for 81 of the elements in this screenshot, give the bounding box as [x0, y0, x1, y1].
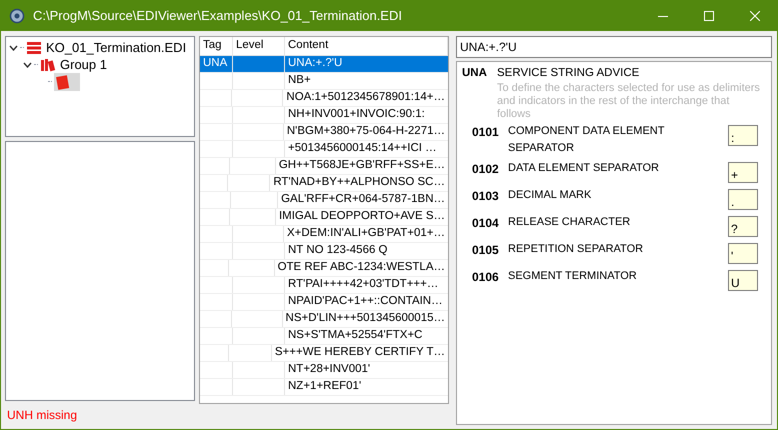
table-cell-text: GAL'RFF+CR+064-5787-1BN…: [281, 192, 445, 208]
table-row[interactable]: RT'NAD+BY++ALPHONSO SC…: [200, 175, 448, 192]
element-code: 0102: [472, 161, 500, 178]
table-row[interactable]: IMIGAL DEOPPORTO+AVE S…: [200, 209, 448, 226]
element-code: 0105: [472, 242, 500, 260]
window-title: C:\ProgM\Source\EDIViewer\Examples\KO_01_Termination.EDI: [33, 6, 402, 25]
element-value: ?: [728, 216, 758, 238]
element-code: 0101: [472, 124, 500, 142]
table-row[interactable]: GAL'RFF+CR+064-5787-1BN…: [200, 192, 448, 209]
chevron-icon[interactable]: [22, 62, 32, 68]
segment-name: SERVICE STRING ADVICE: [497, 66, 640, 81]
table-cell-text: NPAID'PAC+1++::CONTAIN…: [288, 294, 443, 310]
table-cell-text: NB+: [288, 73, 311, 88]
table-row[interactable]: NZ+1+REF01': [200, 379, 448, 396]
app-icon: [9, 8, 25, 24]
table-cell-text: NT+28+INV001': [288, 362, 370, 378]
table-row[interactable]: NT NO 123-4566 Q: [200, 243, 448, 260]
element-name: SEGMENT TERMINATOR: [508, 269, 638, 284]
table-cell-text: NS+D'LIN+++501345600015…: [286, 311, 445, 326]
maximize-icon: [704, 10, 714, 20]
element-name: DATA ELEMENT SEPARATOR: [508, 161, 660, 176]
element-value: .: [728, 189, 758, 210]
segment-description: To define the characters selected for use as delimiters and indicators in the rest of the interchange that follows: [497, 82, 761, 122]
element-value: :: [728, 125, 758, 146]
column-header[interactable]: Tag: [200, 37, 233, 55]
table-cell-text: NT NO 123-4566 Q: [288, 243, 388, 258]
table-row[interactable]: NS+S'TMA+52554'FTX+C: [200, 328, 448, 345]
element-name: RELEASE CHARACTER: [508, 215, 632, 230]
table-row[interactable]: NT+28+INV001': [200, 362, 448, 379]
element-value: U: [728, 270, 758, 292]
table-cell-text: RT'NAD+BY++ALPHONSO SC…: [273, 175, 445, 190]
tree-item[interactable]: KO_01_Termination.EDI: [26, 38, 190, 58]
element-code: 0103: [472, 188, 500, 206]
column-header[interactable]: Content: [285, 37, 448, 55]
segment-field[interactable]: UNA:+.?'U: [456, 36, 772, 58]
element-code: 0104: [472, 215, 500, 232]
table-row[interactable]: GH++T568JE+GB'RFF+SS+E…: [200, 158, 448, 175]
table-row[interactable]: N'BGM+380+75-064-H-2271…: [200, 124, 448, 141]
close-icon: [750, 10, 760, 20]
table-cell-text: X+DEM:IN'ALI+GB'PAT+01+…: [286, 226, 445, 242]
element-value: +: [728, 162, 758, 184]
table-cell-text: OTE REF ABC-1234:WESTLA…: [278, 260, 445, 276]
table-cell-text: UNA: [203, 56, 228, 72]
tree-item[interactable]: Group 1: [40, 54, 110, 74]
element-name: COMPONENT DATA ELEMENT SEPARATOR: [508, 124, 666, 156]
segment-tag: UNA: [462, 65, 497, 122]
element-name: REPETITION SEPARATOR: [508, 242, 644, 258]
element-name: DECIMAL MARK: [508, 188, 592, 204]
table-cell-text: RT'PAI++++42+03'TDT+++…: [288, 277, 438, 292]
tree-item[interactable]: [54, 72, 80, 90]
table-cell-text: GH++T568JE+GB'RFF+SS+E…: [278, 158, 445, 174]
table-cell-text: IMIGAL DEOPPORTO+AVE S…: [278, 209, 445, 224]
table-row[interactable]: +5013456000145:14++ICI …: [200, 141, 448, 158]
table-row[interactable]: NH+INV001+INVOIC:90:1:: [200, 107, 448, 124]
table-cell-text: UNA:+.?'U: [288, 56, 342, 72]
table-row[interactable]: NPAID'PAC+1++::CONTAIN…: [200, 294, 448, 311]
table-cell-text: NOA:1+5012345678901:14+…: [286, 90, 445, 106]
table-row[interactable]: OTE REF ABC-1234:WESTLA…: [200, 260, 448, 277]
table-cell-text: NH+INV001+INVOIC:90:1:: [288, 107, 425, 122]
table-cell-text: NS+S'TMA+52554'FTX+C: [288, 328, 422, 344]
tree-label: KO_01_Termination.EDI: [46, 38, 186, 57]
tree-label: Group 1: [60, 56, 107, 74]
element-value: ': [728, 243, 758, 264]
table-cell-text: NZ+1+REF01': [288, 379, 362, 394]
chevron-icon[interactable]: [8, 44, 18, 50]
table-cell-text: +5013456000145:14++ICI …: [288, 141, 437, 156]
table-row[interactable]: UNA UNA:+.?'U: [200, 56, 448, 73]
stack-icon: [26, 40, 42, 54]
table-row[interactable]: RT'PAI++++42+03'TDT+++…: [200, 277, 448, 294]
column-header[interactable]: Level: [233, 37, 285, 55]
book-icon: [56, 74, 70, 90]
table-cell-text: N'BGM+380+75-064-H-2271…: [286, 124, 445, 140]
books-icon: [40, 58, 56, 72]
table-row[interactable]: S+++WE HEREBY CERTIFY T…: [200, 345, 448, 362]
table-row[interactable]: NB+: [200, 73, 448, 90]
table-row[interactable]: NOA:1+5012345678901:14+…: [200, 90, 448, 107]
table-cell-text: S+++WE HEREBY CERTIFY T…: [274, 345, 445, 360]
table-row[interactable]: X+DEM:IN'ALI+GB'PAT+01+…: [200, 226, 448, 243]
status-message: UNH missing: [7, 407, 78, 424]
table-row[interactable]: NS+D'LIN+++501345600015…: [200, 311, 448, 328]
element-code: 0106: [472, 269, 500, 286]
